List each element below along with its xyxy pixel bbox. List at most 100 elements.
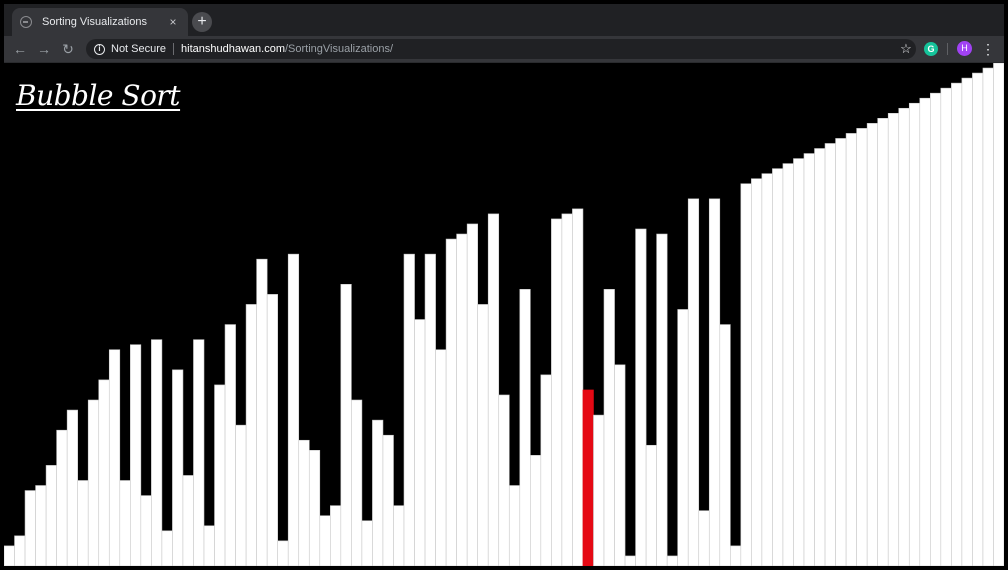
bar xyxy=(224,324,236,566)
url-path[interactable]: /SortingVisualizations/ xyxy=(285,43,393,55)
bar xyxy=(277,540,289,566)
bar xyxy=(151,339,163,566)
bar xyxy=(4,545,15,566)
bar xyxy=(14,535,26,566)
bar xyxy=(919,97,931,566)
bar xyxy=(235,424,247,566)
bar xyxy=(519,289,531,566)
bar xyxy=(698,510,710,566)
bar xyxy=(256,258,268,566)
bar xyxy=(330,505,342,566)
bar xyxy=(645,444,657,566)
page-content: Bubble Sort xyxy=(4,63,1004,566)
bar xyxy=(972,72,984,566)
bar xyxy=(835,138,847,566)
bar xyxy=(477,304,489,566)
bar xyxy=(866,123,878,566)
bar xyxy=(687,198,700,566)
globe-icon xyxy=(20,16,32,28)
bar xyxy=(308,450,321,566)
bar xyxy=(845,133,857,566)
bar xyxy=(908,102,921,566)
tab-strip: Sorting Visualizations × + xyxy=(4,4,1004,36)
bar xyxy=(393,505,405,566)
bar xyxy=(45,465,57,566)
bar xyxy=(624,555,636,566)
bar xyxy=(814,148,826,566)
bar xyxy=(203,525,215,566)
new-tab-button[interactable]: + xyxy=(192,12,212,32)
bar xyxy=(98,379,110,566)
bar xyxy=(803,153,815,566)
bar xyxy=(740,183,752,566)
bar xyxy=(603,289,615,566)
bar xyxy=(87,399,100,566)
bar xyxy=(372,419,384,566)
bar xyxy=(130,344,142,566)
bar xyxy=(708,198,721,566)
bar xyxy=(751,178,763,566)
bar xyxy=(951,82,963,566)
bar xyxy=(993,63,1004,566)
bar xyxy=(466,223,478,566)
bar xyxy=(487,213,500,566)
bar xyxy=(982,67,994,566)
grammarly-extension-icon[interactable]: G xyxy=(924,42,938,56)
bar xyxy=(56,429,68,566)
bar xyxy=(24,490,36,566)
bar xyxy=(666,555,678,566)
bar xyxy=(930,92,942,566)
profile-avatar[interactable]: H xyxy=(957,41,972,56)
bar xyxy=(761,173,773,566)
bar xyxy=(414,319,426,566)
bar xyxy=(119,480,131,566)
bar xyxy=(940,87,952,566)
bar xyxy=(656,233,668,566)
bar xyxy=(245,304,257,566)
close-tab-icon[interactable]: × xyxy=(166,15,180,29)
security-label[interactable]: Not Secure xyxy=(111,43,166,55)
bar xyxy=(108,349,121,566)
bar xyxy=(824,143,836,566)
screenshot-frame: Sorting Visualizations × + ← → ↻ i Not S… xyxy=(0,0,1008,570)
bar xyxy=(77,480,89,566)
bar xyxy=(193,339,205,566)
bar-visualization xyxy=(4,63,1004,566)
back-arrow-icon[interactable]: ← xyxy=(10,39,30,59)
bar xyxy=(782,163,794,566)
bar xyxy=(340,284,352,566)
bar xyxy=(856,128,868,566)
bar xyxy=(508,485,521,566)
bar xyxy=(498,394,510,566)
address-bar[interactable]: i Not Secure hitanshudhawan.com /Sorting… xyxy=(86,39,916,59)
bar xyxy=(214,384,226,566)
bar xyxy=(635,228,647,566)
bar xyxy=(887,112,900,566)
menu-dots-icon[interactable]: ⋮ xyxy=(980,39,996,59)
bar xyxy=(266,294,278,566)
bar xyxy=(382,434,394,566)
bookmark-star-icon[interactable]: ☆ xyxy=(896,39,916,59)
address-separator xyxy=(173,43,175,55)
bar xyxy=(319,515,331,566)
bar xyxy=(572,208,584,566)
toolbar-separator xyxy=(947,43,948,55)
bar xyxy=(530,455,542,566)
url-host[interactable]: hitanshudhawan.com xyxy=(181,43,285,55)
active-bar xyxy=(582,389,594,566)
bar xyxy=(435,349,447,566)
browser-window: Sorting Visualizations × + ← → ↻ i Not S… xyxy=(4,4,1004,566)
bar xyxy=(351,399,363,566)
info-icon[interactable]: i xyxy=(94,43,105,55)
bar xyxy=(403,253,415,566)
bar xyxy=(298,439,310,566)
bar xyxy=(614,364,626,566)
bar xyxy=(719,324,731,566)
tab-sorting-visualizations[interactable]: Sorting Visualizations × xyxy=(12,8,188,36)
browser-toolbar: ← → ↻ i Not Secure hitanshudhawan.com /S… xyxy=(4,36,1004,63)
bar xyxy=(161,530,173,566)
forward-arrow-icon[interactable]: → xyxy=(34,39,54,59)
reload-icon[interactable]: ↻ xyxy=(58,39,78,59)
bar xyxy=(172,369,184,566)
bar xyxy=(361,520,373,566)
